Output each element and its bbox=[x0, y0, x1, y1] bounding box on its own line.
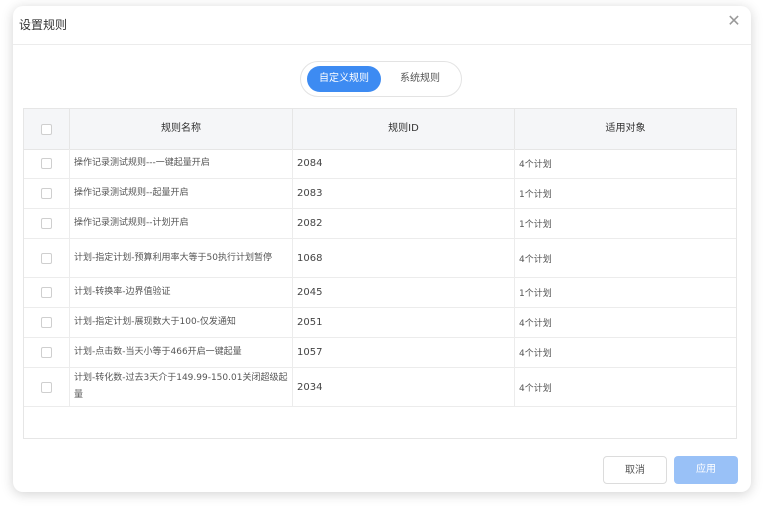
row-checkbox[interactable] bbox=[41, 252, 52, 264]
table-row: 计划-指定计划-展现数大于100-仅发通知 2051 4个计划 bbox=[24, 308, 736, 338]
header-rule-id: 规则ID bbox=[293, 109, 515, 149]
rule-target: 1个计划 bbox=[519, 289, 552, 299]
rule-target: 4个计划 bbox=[519, 254, 552, 265]
row-checkbox[interactable] bbox=[41, 218, 52, 229]
table-row: 操作记录测试规则---一键起量开启 2084 4个计划 bbox=[24, 149, 736, 179]
tab-system-rules[interactable]: 系统规则 bbox=[383, 66, 457, 92]
table-row: 计划-转化数-过去3天介于149.99-150.01关闭超级起量 2034 4个计划 bbox=[24, 368, 736, 407]
row-checkbox-cell bbox=[24, 278, 70, 307]
rule-target: 4个计划 bbox=[519, 349, 552, 359]
apply-button[interactable]: 应用 bbox=[674, 456, 738, 484]
header-target: 适用对象 bbox=[605, 123, 646, 134]
row-checkbox-cell bbox=[24, 149, 70, 178]
row-checkbox[interactable] bbox=[41, 381, 52, 393]
rule-target: 4个计划 bbox=[519, 160, 552, 170]
rule-target: 4个计划 bbox=[519, 319, 552, 329]
rule-name: 操作记录测试规则---一键起量开启 bbox=[70, 149, 293, 178]
dialog-title: 设置规则 bbox=[19, 18, 68, 32]
table-row: 计划-转换率-边界值验证 2045 1个计划 bbox=[24, 278, 736, 308]
rule-id: 2082 bbox=[293, 209, 515, 238]
cancel-button[interactable]: 取消 bbox=[603, 456, 667, 484]
rule-target: 1个计划 bbox=[519, 220, 552, 230]
rules-table: 规则名称 规则ID 适用对象 操作记录测试规则---一键起量开启 2084 4个计划… bbox=[23, 108, 737, 439]
rule-name: 操作记录测试规则--起量开启 bbox=[70, 179, 293, 208]
rule-settings-dialog: 设置规则 ✕ 自定义规则 系统规则 规则名称 规则ID 适用对象 操作记录测试规… bbox=[13, 6, 751, 492]
row-checkbox-cell bbox=[24, 179, 70, 208]
table-row: 计划-指定计划-预算利用率大等于50执行计划暂停 1068 4个计划 bbox=[24, 239, 736, 278]
table-header: 规则名称 规则ID 适用对象 bbox=[24, 109, 736, 150]
rule-id: 2083 bbox=[293, 179, 515, 208]
select-all-checkbox[interactable] bbox=[41, 123, 52, 135]
row-checkbox[interactable] bbox=[41, 287, 52, 298]
rule-name: 计划-指定计划-展现数大于100-仅发通知 bbox=[70, 308, 293, 337]
dialog-header: 设置规则 ✕ bbox=[13, 6, 751, 45]
row-checkbox-cell bbox=[24, 308, 70, 337]
rule-name: 计划-转换率-边界值验证 bbox=[70, 278, 293, 307]
rule-id: 2084 bbox=[293, 149, 515, 178]
row-checkbox[interactable] bbox=[41, 158, 52, 169]
rule-target: 4个计划 bbox=[519, 383, 552, 394]
row-checkbox-cell bbox=[24, 209, 70, 238]
rule-name: 操作记录测试规则--计划开启 bbox=[70, 209, 293, 238]
rule-id: 1057 bbox=[293, 338, 515, 367]
header-rule-name: 规则名称 bbox=[70, 109, 293, 149]
row-checkbox[interactable] bbox=[41, 188, 52, 199]
rule-name: 计划-转化数-过去3天介于149.99-150.01关闭超级起量 bbox=[70, 368, 293, 406]
row-checkbox[interactable] bbox=[41, 347, 52, 358]
row-checkbox-cell bbox=[24, 338, 70, 367]
table-row: 操作记录测试规则--计划开启 2082 1个计划 bbox=[24, 209, 736, 239]
row-checkbox-cell bbox=[24, 368, 70, 406]
rule-name: 计划-点击数-当天小等于466开启一键起量 bbox=[70, 338, 293, 367]
rule-id: 2034 bbox=[293, 368, 515, 406]
rule-type-segmented-control: 自定义规则 系统规则 bbox=[300, 61, 462, 97]
row-checkbox-cell bbox=[24, 239, 70, 277]
row-checkbox[interactable] bbox=[41, 317, 52, 328]
rule-id: 1068 bbox=[293, 239, 515, 277]
table-row: 计划-点击数-当天小等于466开启一键起量 1057 4个计划 bbox=[24, 338, 736, 368]
tab-custom-rules[interactable]: 自定义规则 bbox=[307, 66, 381, 92]
header-checkbox-cell bbox=[24, 109, 70, 149]
table-row: 操作记录测试规则--起量开启 2083 1个计划 bbox=[24, 179, 736, 209]
rule-target: 1个计划 bbox=[519, 190, 552, 200]
rule-name: 计划-指定计划-预算利用率大等于50执行计划暂停 bbox=[70, 239, 293, 277]
close-icon[interactable]: ✕ bbox=[725, 12, 743, 30]
rule-id: 2045 bbox=[293, 278, 515, 307]
rule-id: 2051 bbox=[293, 308, 515, 337]
